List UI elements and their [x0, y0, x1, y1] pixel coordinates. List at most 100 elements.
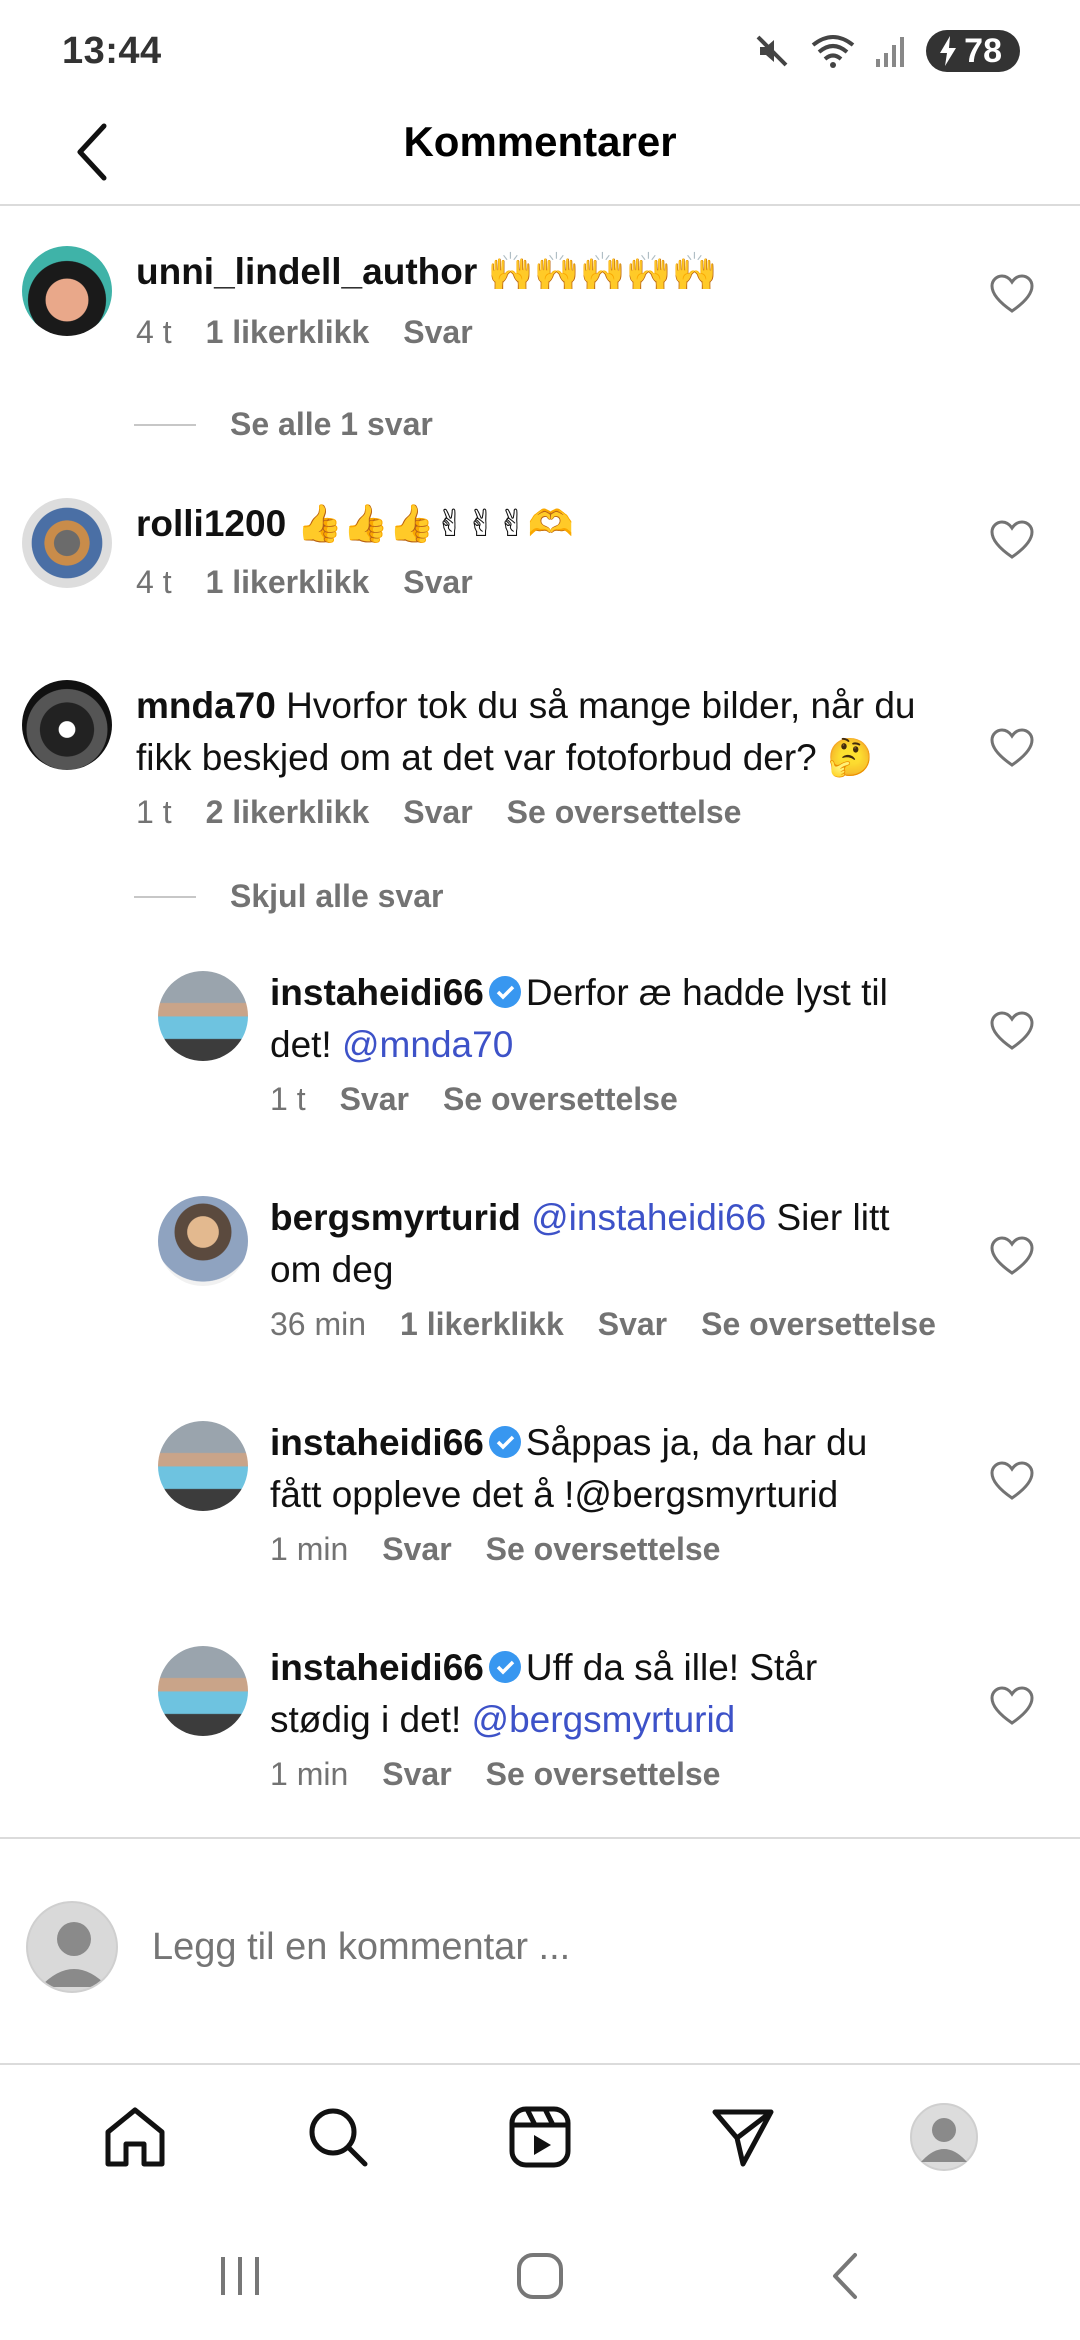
comment-time: 1 min — [270, 1531, 349, 1567]
comment-input[interactable] — [152, 1917, 1012, 1977]
comment-time: 4 t — [136, 564, 172, 600]
recent-apps-button[interactable] — [205, 2246, 275, 2306]
comment-text-line2: fått oppleve det å !@bergsmyrturid — [270, 1474, 839, 1515]
profile-icon — [910, 2103, 978, 2171]
avatar[interactable] — [158, 1196, 248, 1286]
comment-meta: 36 min 1 likerklikk Svar Se oversettelse — [270, 1306, 936, 1343]
mention-link[interactable]: @instaheidi66 — [531, 1197, 766, 1238]
comment-username[interactable]: instaheidi66 — [270, 972, 484, 1013]
comment-time: 4 t — [136, 314, 172, 350]
translate-button[interactable]: Se oversettelse — [701, 1306, 936, 1343]
reply-button[interactable]: Svar — [403, 314, 472, 351]
comment-text: Hvorfor tok du så mange bilder, når du — [286, 685, 916, 726]
home-system-button[interactable] — [505, 2246, 575, 2306]
bottom-navigation — [0, 2067, 1080, 2207]
avatar[interactable] — [22, 680, 112, 770]
reels-icon — [509, 2106, 571, 2168]
heart-icon[interactable] — [988, 270, 1036, 318]
status-bar: 13:44 78 — [0, 0, 1080, 100]
likes-count[interactable]: 2 likerklikk — [206, 794, 370, 831]
avatar[interactable] — [22, 498, 112, 588]
comment-text-line2: om deg — [270, 1249, 394, 1290]
comment-text-line2: stødig i det! — [270, 1699, 472, 1740]
translate-button[interactable]: Se oversettelse — [486, 1531, 721, 1568]
comment-text: Såppas ja, da har du — [525, 1422, 868, 1463]
comment-time: 36 min — [270, 1306, 367, 1342]
signal-icon — [876, 37, 905, 67]
nav-search[interactable] — [298, 2097, 378, 2177]
comment-meta: 1 min Svar Se oversettelse — [270, 1531, 720, 1568]
comment-username[interactable]: rolli1200 — [136, 503, 286, 544]
status-icons: 78 — [752, 30, 1020, 72]
nav-reels[interactable] — [500, 2097, 580, 2177]
avatar[interactable] — [158, 971, 248, 1061]
comment-meta: 4 t 1 likerklikk Svar — [136, 314, 473, 351]
charging-icon — [940, 36, 957, 66]
comment-meta: 1 min Svar Se oversettelse — [270, 1756, 720, 1793]
avatar[interactable] — [158, 1421, 248, 1511]
reply-button[interactable]: Svar — [403, 794, 472, 831]
comment-text: 👍👍👍✌✌✌🫶 — [296, 503, 574, 544]
battery-level: 78 — [964, 31, 1002, 70]
nav-profile[interactable] — [904, 2097, 984, 2177]
mention-link[interactable]: @bergsmyrturid — [472, 1699, 736, 1740]
comment-username[interactable]: instaheidi66 — [270, 1647, 484, 1688]
current-user-avatar — [26, 1901, 118, 1993]
hide-replies-button[interactable]: Skjul alle svar — [134, 878, 443, 915]
nav-home[interactable] — [95, 2097, 175, 2177]
likes-count[interactable]: 1 likerklikk — [206, 314, 370, 351]
search-icon — [309, 2108, 368, 2167]
comment-username[interactable]: mnda70 — [136, 685, 276, 726]
mute-icon — [756, 35, 788, 67]
reply-button[interactable]: Svar — [382, 1531, 451, 1568]
reply-button[interactable]: Svar — [382, 1756, 451, 1793]
verified-badge-icon — [488, 1426, 521, 1458]
home-icon — [105, 2107, 165, 2167]
heart-icon[interactable] — [988, 1007, 1036, 1055]
avatar[interactable] — [158, 1646, 248, 1736]
view-replies-button[interactable]: Se alle 1 svar — [134, 406, 433, 443]
comment-time: 1 t — [270, 1081, 306, 1117]
comment-text: Uff da så ille! Står — [525, 1647, 818, 1688]
reply-button[interactable]: Svar — [403, 564, 472, 601]
heart-icon[interactable] — [988, 516, 1036, 564]
comment-time: 1 t — [136, 794, 172, 830]
back-system-button[interactable] — [810, 2246, 880, 2306]
heart-icon[interactable] — [988, 724, 1036, 772]
verified-badge-icon — [488, 1651, 521, 1683]
likes-count[interactable]: 1 likerklikk — [400, 1306, 564, 1343]
comment-meta: 1 t 2 likerklikk Svar Se oversettelse — [136, 794, 741, 831]
comment-input-bar — [0, 1837, 1080, 2065]
translate-button[interactable]: Se oversettelse — [443, 1081, 678, 1118]
comment-text: Derfor æ hadde lyst til — [525, 972, 888, 1013]
comment-username[interactable]: bergsmyrturid — [270, 1197, 521, 1238]
wifi-icon — [811, 35, 855, 68]
reply-button[interactable]: Svar — [598, 1306, 667, 1343]
heart-icon[interactable] — [988, 1457, 1036, 1505]
system-navigation — [0, 2210, 1080, 2340]
comment-text: 🙌🙌🙌🙌🙌 — [487, 251, 718, 292]
comment-meta: 1 t Svar Se oversettelse — [270, 1081, 678, 1118]
default-avatar-icon — [40, 1922, 108, 1987]
direct-icon — [712, 2109, 774, 2167]
comment-username[interactable]: unni_lindell_author — [136, 251, 477, 292]
comment-text-line2: det! — [270, 1024, 342, 1065]
comment-username[interactable]: instaheidi66 — [270, 1422, 484, 1463]
comment-time: 1 min — [270, 1756, 349, 1792]
likes-count[interactable]: 1 likerklikk — [206, 564, 370, 601]
translate-button[interactable]: Se oversettelse — [486, 1756, 721, 1793]
heart-icon[interactable] — [988, 1682, 1036, 1730]
thread-line — [134, 895, 196, 898]
back-chevron-icon — [833, 2253, 857, 2299]
nav-direct[interactable] — [702, 2097, 782, 2177]
mention-link[interactable]: @mnda70 — [342, 1024, 513, 1065]
home-square-icon — [517, 2253, 563, 2299]
translate-button[interactable]: Se oversettelse — [507, 794, 742, 831]
avatar[interactable] — [22, 246, 112, 336]
verified-badge-icon — [488, 976, 521, 1008]
status-time: 13:44 — [62, 30, 162, 72]
battery-indicator: 78 — [926, 30, 1020, 72]
reply-button[interactable]: Svar — [340, 1081, 409, 1118]
page-title: Kommentarer — [403, 118, 677, 165]
heart-icon[interactable] — [988, 1232, 1036, 1280]
